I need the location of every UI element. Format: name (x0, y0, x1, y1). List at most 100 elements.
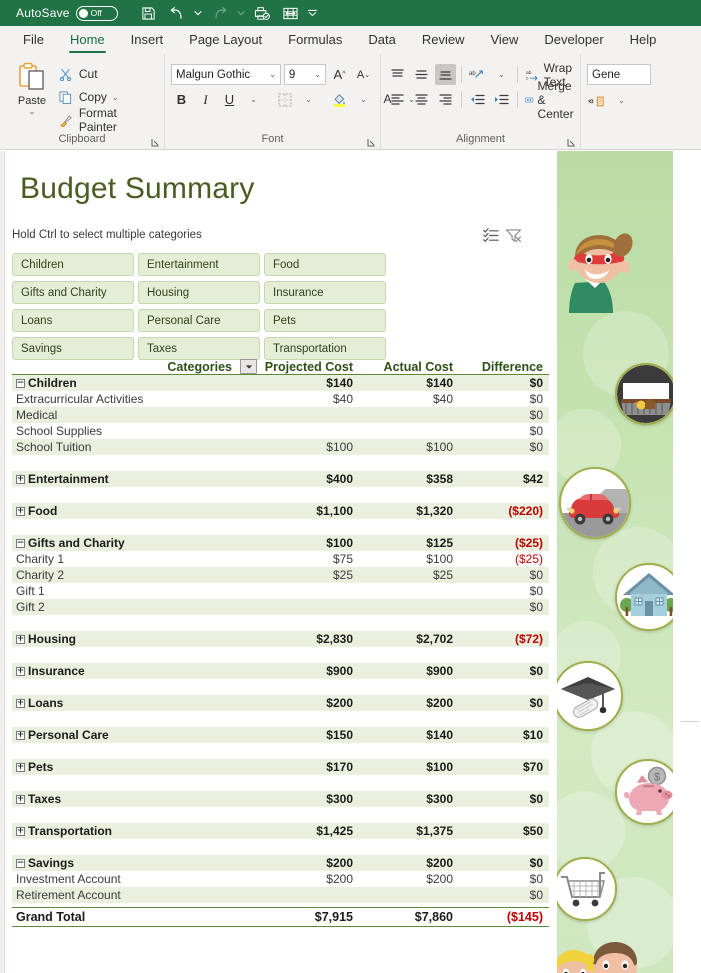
tab-developer[interactable]: Developer (531, 28, 616, 54)
pivot-detail-row[interactable]: Charity 1 $75 $100 ($25) (12, 551, 549, 567)
expand-group-icon[interactable]: + (16, 698, 25, 708)
expand-group-icon[interactable]: + (16, 730, 25, 740)
paste-button[interactable]: Paste ⌄ (6, 58, 58, 132)
clear-filter-icon[interactable] (502, 225, 524, 245)
pivot-group-row[interactable]: − Children $140 $140 $0 (12, 375, 549, 391)
autosave-control[interactable]: AutoSave Off (16, 5, 118, 21)
accounting-format-button[interactable]: ¤ (587, 90, 608, 111)
pivot-detail-row[interactable]: School Tuition $100 $100 $0 (12, 439, 549, 455)
categories-filter-dropdown-icon[interactable] (240, 359, 257, 374)
pivot-detail-row[interactable]: Investment Account $200 $200 $0 (12, 871, 549, 887)
slicer-item-personal-care[interactable]: Personal Care (138, 309, 260, 332)
bold-button[interactable]: B (171, 89, 192, 110)
expand-group-icon[interactable]: + (16, 794, 25, 804)
slicer-item-food[interactable]: Food (264, 253, 386, 276)
tab-file[interactable]: File (10, 28, 57, 54)
slicer-item-housing[interactable]: Housing (138, 281, 260, 304)
tab-help[interactable]: Help (617, 28, 670, 54)
tab-view[interactable]: View (477, 28, 531, 54)
undo-dropdown-icon[interactable] (192, 2, 205, 24)
collapse-group-icon[interactable]: − (16, 538, 25, 548)
tab-page-layout[interactable]: Page Layout (176, 28, 275, 54)
alignment-dialog-launcher[interactable] (567, 138, 576, 147)
font-dialog-launcher[interactable] (367, 138, 376, 147)
expand-group-icon[interactable]: + (16, 826, 25, 836)
print-preview-icon[interactable] (250, 2, 276, 24)
align-middle-button[interactable] (411, 64, 432, 85)
slicer-item-loans[interactable]: Loans (12, 309, 134, 332)
multi-select-icon[interactable] (480, 225, 502, 245)
tab-formulas[interactable]: Formulas (275, 28, 355, 54)
cut-button[interactable]: Cut (58, 64, 158, 84)
font-size-select[interactable]: 9 ⌄ (283, 64, 326, 85)
pivot-group-row[interactable]: − Savings $200 $200 $0 (12, 855, 549, 871)
slicer-item-insurance[interactable]: Insurance (264, 281, 386, 304)
align-top-button[interactable] (387, 64, 408, 85)
undo-icon[interactable] (164, 2, 190, 24)
decrease-indent-button[interactable] (467, 89, 488, 110)
expand-group-icon[interactable]: + (16, 506, 25, 516)
number-format-select[interactable]: Gene (587, 64, 651, 85)
align-bottom-button[interactable] (435, 64, 456, 85)
pivot-group-row[interactable]: + Taxes $300 $300 $0 (12, 791, 549, 807)
borders-button[interactable] (274, 89, 295, 110)
align-center-button[interactable] (411, 89, 432, 110)
customize-qat-icon[interactable] (306, 2, 319, 24)
pivot-detail-row[interactable]: Medical $0 (12, 407, 549, 423)
save-icon[interactable] (136, 2, 162, 24)
orientation-button[interactable]: ab (467, 64, 488, 85)
tab-review[interactable]: Review (409, 28, 478, 54)
pivot-group-row[interactable]: + Housing $2,830 $2,702 ($72) (12, 631, 549, 647)
underline-dropdown-icon[interactable]: ⌄ (243, 89, 264, 110)
accounting-format-dropdown-icon[interactable]: ⌄ (611, 90, 632, 111)
increase-font-size-button[interactable]: A ^ (329, 64, 350, 85)
pivot-group-row[interactable]: − Gifts and Charity $100 $125 ($25) (12, 535, 549, 551)
pivot-detail-row[interactable]: Retirement Account $0 (12, 887, 549, 903)
clipboard-dialog-launcher[interactable] (151, 138, 160, 147)
pivot-detail-row[interactable]: Charity 2 $25 $25 $0 (12, 567, 549, 583)
italic-button[interactable]: I (195, 89, 216, 110)
paste-dropdown-icon[interactable]: ⌄ (29, 107, 36, 116)
align-left-button[interactable] (387, 89, 408, 110)
decrease-font-size-button[interactable]: A ⌄ (353, 64, 374, 85)
font-name-select[interactable]: Malgun Gothic ⌄ (171, 64, 281, 85)
pivot-group-row[interactable]: + Insurance $900 $900 $0 (12, 663, 549, 679)
increase-indent-button[interactable] (491, 89, 512, 110)
pivot-detail-row[interactable]: Gift 1 $0 (12, 583, 549, 599)
autofit-icon[interactable] (278, 2, 304, 24)
pivot-group-row[interactable]: + Pets $170 $100 $70 (12, 759, 549, 775)
pivot-row-category: Gift 1 (12, 584, 261, 598)
align-right-button[interactable] (435, 89, 456, 110)
autosave-toggle[interactable]: Off (75, 5, 118, 21)
format-painter-button[interactable]: Format Painter (58, 106, 158, 134)
borders-dropdown-icon[interactable]: ⌄ (298, 89, 319, 110)
pivot-row-label: Children (28, 376, 77, 390)
expand-group-icon[interactable]: + (16, 666, 25, 676)
pivot-group-row[interactable]: + Entertainment $400 $358 $42 (12, 471, 549, 487)
tab-home[interactable]: Home (57, 28, 118, 54)
collapse-group-icon[interactable]: − (16, 858, 25, 868)
slicer-item-entertainment[interactable]: Entertainment (138, 253, 260, 276)
expand-group-icon[interactable]: + (16, 634, 25, 644)
orientation-dropdown-icon[interactable]: ⌄ (491, 64, 512, 85)
fill-color-dropdown-icon[interactable]: ⌄ (353, 89, 374, 110)
copy-button[interactable]: Copy ⌄ (58, 87, 158, 107)
underline-button[interactable]: U (219, 89, 240, 110)
slicer-item-gifts-and-charity[interactable]: Gifts and Charity (12, 281, 134, 304)
pivot-group-row[interactable]: + Transportation $1,425 $1,375 $50 (12, 823, 549, 839)
tab-data[interactable]: Data (355, 28, 408, 54)
tab-insert[interactable]: Insert (118, 28, 177, 54)
pivot-group-row[interactable]: + Personal Care $150 $140 $10 (12, 727, 549, 743)
slicer-item-children[interactable]: Children (12, 253, 134, 276)
expand-group-icon[interactable]: + (16, 474, 25, 484)
pivot-detail-row[interactable]: Extracurricular Activities $40 $40 $0 (12, 391, 549, 407)
slicer-item-pets[interactable]: Pets (264, 309, 386, 332)
pivot-group-row[interactable]: + Loans $200 $200 $0 (12, 695, 549, 711)
pivot-detail-row[interactable]: School Supplies $0 (12, 423, 549, 439)
expand-group-icon[interactable]: + (16, 762, 25, 772)
collapse-group-icon[interactable]: − (16, 378, 25, 388)
pivot-group-row[interactable]: + Food $1,100 $1,320 ($220) (12, 503, 549, 519)
pivot-detail-row[interactable]: Gift 2 $0 (12, 599, 549, 615)
copy-dropdown-icon[interactable]: ⌄ (112, 93, 119, 102)
fill-color-button[interactable] (329, 89, 350, 110)
